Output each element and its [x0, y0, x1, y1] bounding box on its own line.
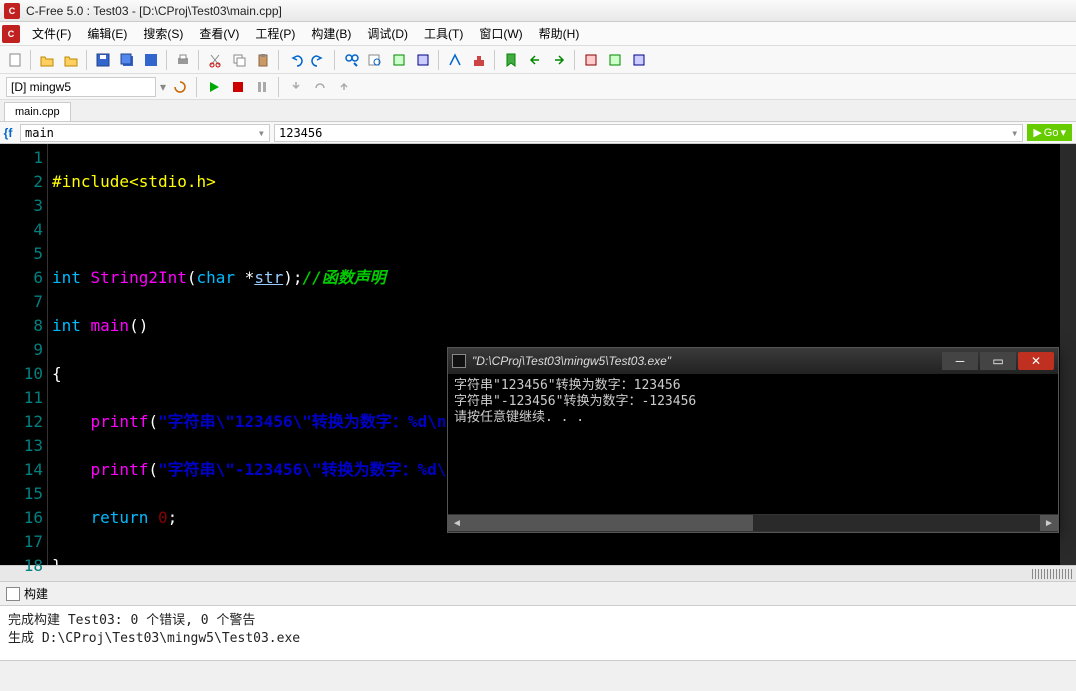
cut-button[interactable] [204, 49, 226, 71]
status-bar [0, 660, 1076, 678]
menu-build[interactable]: 构建(B) [303, 22, 359, 45]
redo-button[interactable] [308, 49, 330, 71]
menu-project[interactable]: 工程(P) [247, 22, 303, 45]
copy-button[interactable] [228, 49, 250, 71]
step-into-button[interactable] [286, 77, 306, 97]
console-window[interactable]: "D:\CProj\Test03\mingw5\Test03.exe" ─ ▭ … [447, 347, 1059, 533]
menu-help[interactable]: 帮助(H) [531, 22, 588, 45]
close-button[interactable]: ✕ [1018, 352, 1054, 370]
bookmark-button[interactable] [500, 49, 522, 71]
menu-search[interactable]: 搜索(S) [135, 22, 191, 45]
maximize-button[interactable]: ▭ [980, 352, 1016, 370]
location-selector[interactable]: 123456▾ [274, 124, 1023, 142]
save-button[interactable] [92, 49, 114, 71]
build-output: 完成构建 Test03: 0 个错误, 0 个警告 生成 D:\CProj\Te… [0, 606, 1076, 660]
console-icon [452, 354, 466, 368]
build-panel-label: 构建 [24, 585, 48, 602]
target-combo[interactable]: [D] mingw5 [6, 77, 156, 97]
paste-button[interactable] [252, 49, 274, 71]
open-project-button[interactable] [60, 49, 82, 71]
target-row: [D] mingw5 ▾ [0, 74, 1076, 100]
build-panel-header[interactable]: 构建 [0, 581, 1076, 606]
menu-edit[interactable]: 编辑(E) [79, 22, 135, 45]
menu-view[interactable]: 查看(V) [191, 22, 247, 45]
tab-main-cpp[interactable]: main.cpp [4, 102, 71, 121]
app-icon: C [4, 3, 20, 19]
open-button[interactable] [36, 49, 58, 71]
class-browser-button[interactable] [580, 49, 602, 71]
scope-selector[interactable]: main▾ [20, 124, 270, 142]
scroll-right-button[interactable]: ► [1040, 515, 1058, 531]
save-as-button[interactable] [140, 49, 162, 71]
pause-button[interactable] [252, 77, 272, 97]
go-button[interactable]: ▶ Go ▾ [1027, 124, 1072, 141]
symbol-button[interactable] [604, 49, 626, 71]
build-button[interactable] [468, 49, 490, 71]
splitter-handle[interactable] [1032, 569, 1072, 579]
goto-button[interactable] [412, 49, 434, 71]
new-file-button[interactable] [4, 49, 26, 71]
horizontal-scrollbar[interactable] [0, 565, 1076, 581]
step-out-button[interactable] [334, 77, 354, 97]
find-button[interactable] [340, 49, 362, 71]
vertical-scrollbar[interactable] [1060, 144, 1076, 565]
refresh-button[interactable] [170, 77, 190, 97]
find-in-files-button[interactable] [364, 49, 386, 71]
menu-window[interactable]: 窗口(W) [471, 22, 530, 45]
console-scrollbar[interactable]: ◄ ► [448, 514, 1058, 532]
undo-button[interactable] [284, 49, 306, 71]
next-bookmark-button[interactable] [548, 49, 570, 71]
prev-bookmark-button[interactable] [524, 49, 546, 71]
window-title: C-Free 5.0 : Test03 - [D:\CProj\Test03\m… [26, 4, 1072, 18]
options-button[interactable] [628, 49, 650, 71]
menu-bar: C 文件(F) 编辑(E) 搜索(S) 查看(V) 工程(P) 构建(B) 调试… [0, 22, 1076, 46]
line-gutter: 1234 5678 9101112 13141516 1718 [0, 144, 48, 565]
app-icon-small: C [2, 25, 20, 43]
menu-tools[interactable]: 工具(T) [416, 22, 471, 45]
menu-debug[interactable]: 调试(D) [359, 22, 416, 45]
console-title: "D:\CProj\Test03\mingw5\Test03.exe" [472, 354, 940, 368]
step-over-button[interactable] [310, 77, 330, 97]
replace-button[interactable] [388, 49, 410, 71]
scroll-left-button[interactable]: ◄ [448, 515, 466, 531]
print-button[interactable] [172, 49, 194, 71]
console-titlebar[interactable]: "D:\CProj\Test03\mingw5\Test03.exe" ─ ▭ … [448, 348, 1058, 374]
menu-file[interactable]: 文件(F) [24, 22, 79, 45]
toolbar [0, 46, 1076, 74]
run-button[interactable] [204, 77, 224, 97]
save-all-button[interactable] [116, 49, 138, 71]
title-bar: C C-Free 5.0 : Test03 - [D:\CProj\Test03… [0, 0, 1076, 22]
minimize-button[interactable]: ─ [942, 352, 978, 370]
stop-button[interactable] [228, 77, 248, 97]
console-output: 字符串"123456"转换为数字：123456 字符串"-123456"转换为数… [448, 374, 1058, 514]
nav-row: {f main▾ 123456▾ ▶ Go ▾ [0, 122, 1076, 144]
build-panel-icon [6, 587, 20, 601]
function-icon: {f [0, 126, 16, 140]
document-tabs: main.cpp [0, 100, 1076, 122]
compile-button[interactable] [444, 49, 466, 71]
